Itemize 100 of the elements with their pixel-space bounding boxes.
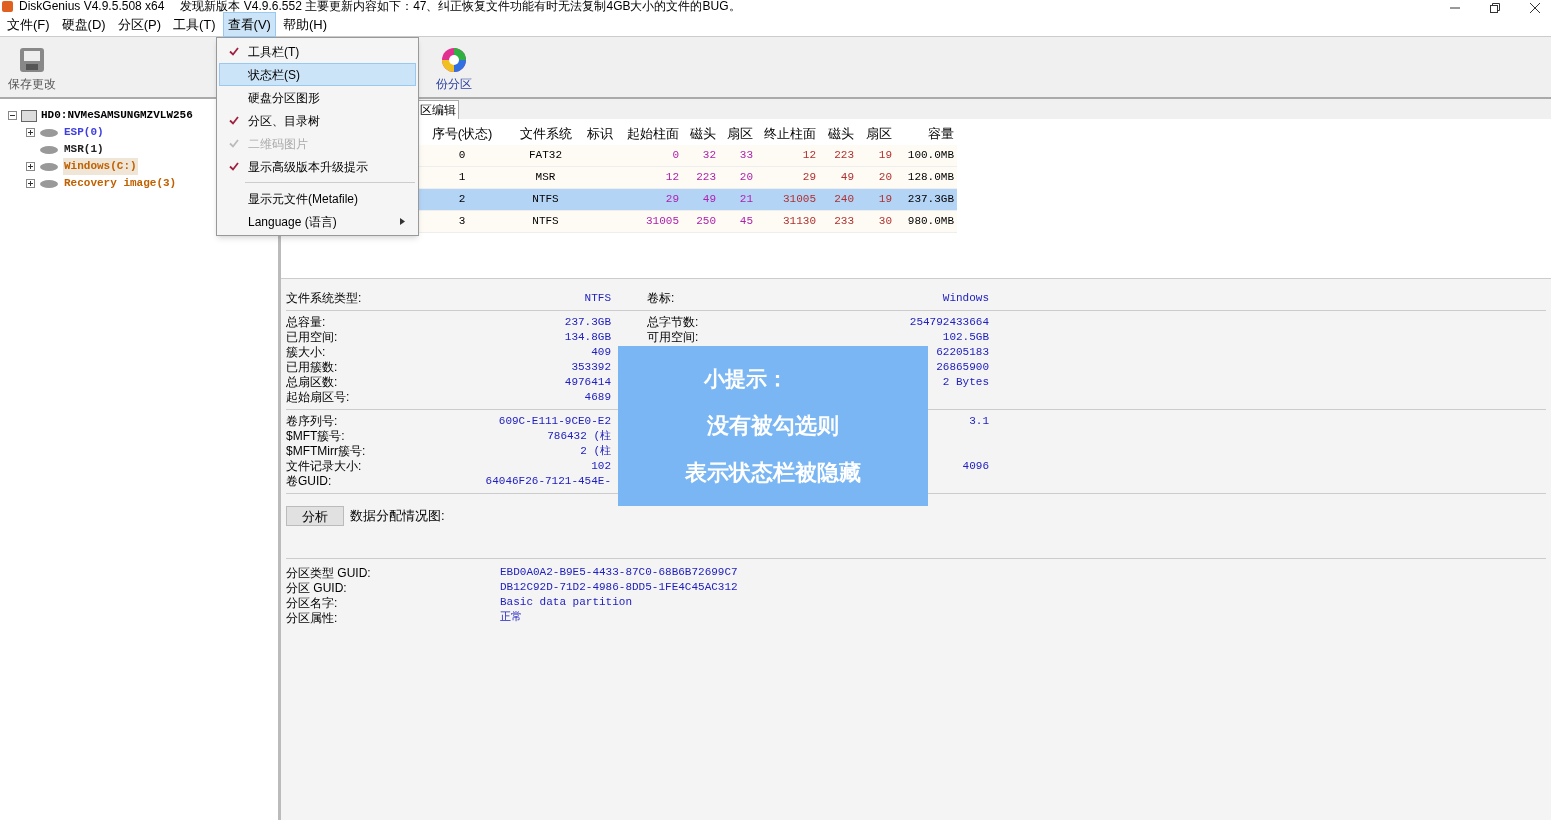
field-value: 786432 (柱: [547, 429, 611, 444]
app-logo-icon: [2, 1, 13, 12]
update-notice: 发现新版本 V4.9.6.552 主要更新内容如下：47、纠正恢复文件功能有时无法复制4GB大小的文件的BUG。: [180, 0, 741, 13]
table-cell: 20: [739, 171, 753, 184]
field-value: 102.5GB: [942, 330, 989, 345]
table-cell: 128.0MB: [907, 171, 954, 184]
table-cell: 12: [665, 171, 679, 184]
menu-item[interactable]: 文件(F): [2, 11, 55, 38]
column-header[interactable]: 磁头: [819, 124, 857, 144]
table-cell: 32: [702, 149, 716, 162]
drive-icon: [39, 161, 59, 172]
toolbar-button[interactable]: 保存更改: [8, 45, 56, 93]
table-cell: 0: [458, 149, 466, 162]
field-label: 可用空间:: [647, 330, 699, 345]
column-header[interactable]: 磁头: [682, 124, 719, 144]
table-cell: NTFS: [532, 193, 559, 206]
field-value: 4976414: [564, 375, 611, 390]
menu-item[interactable]: 帮助(H): [277, 11, 332, 38]
restore-icon[interactable]: [1489, 3, 1501, 13]
tip-title: 小提示：: [703, 366, 788, 393]
menu-item[interactable]: 分区(P): [112, 11, 166, 38]
field-value: EBD0A0A2-B9E5-4433-87C0-68B6B72699C7: [500, 565, 738, 581]
table-cell: 980.0MB: [907, 215, 954, 228]
column-header[interactable]: 序号(状态): [415, 124, 509, 144]
table-cell: 20: [878, 171, 892, 184]
field-value: 26865900: [936, 360, 989, 375]
field-label: 起始扇区号:: [286, 390, 350, 405]
menu-option[interactable]: 工具栏(T): [219, 40, 416, 63]
column-header[interactable]: 扇区: [857, 124, 895, 144]
table-cell: 31130: [783, 215, 816, 228]
field-label: 已用空间:: [286, 330, 338, 345]
field-value: DB12C92D-71D2-4986-8DD5-1FE4C45AC312: [500, 580, 738, 596]
collapse-icon[interactable]: [8, 111, 17, 120]
field-value: NTFS: [584, 291, 611, 306]
table-cell: 45: [739, 215, 753, 228]
table-cell: 223: [696, 171, 716, 184]
column-header[interactable]: 文件系统: [509, 124, 582, 144]
field-value: 4096: [962, 459, 989, 474]
field-value: Windows: [942, 291, 989, 306]
table-cell: 233: [834, 215, 854, 228]
field-label: 分区名字:: [286, 594, 339, 612]
menu-item[interactable]: 工具(T): [168, 11, 221, 38]
field-value: 62205183: [936, 345, 989, 360]
tab[interactable]: 区编辑: [417, 100, 459, 119]
table-cell: NTFS: [532, 215, 559, 228]
field-label: 分区类型 GUID:: [286, 564, 372, 582]
drive-icon: [39, 144, 59, 155]
toolbar-button[interactable]: 份分区: [436, 45, 472, 93]
column-header[interactable]: 容量: [895, 124, 957, 144]
expand-icon[interactable]: [26, 179, 35, 188]
menu-option[interactable]: 显示高级版本升级提示: [219, 155, 416, 178]
tree-item[interactable]: HD0:NVMeSAMSUNGMZVLW256: [41, 107, 193, 124]
table-cell: 240: [834, 193, 854, 206]
table-cell: 19: [878, 149, 892, 162]
field-value: 2 (柱: [580, 444, 611, 459]
table-cell: 29: [665, 193, 679, 206]
tree-item[interactable]: Windows(C:): [63, 158, 138, 175]
column-header[interactable]: 起始柱面: [617, 124, 682, 144]
table-cell: 49: [702, 193, 716, 206]
check-icon: [229, 139, 239, 148]
check-icon: [229, 162, 239, 171]
field-label: 卷GUID:: [286, 474, 332, 489]
window-title: DiskGenius V4.9.5.508 x64: [19, 0, 165, 13]
table-cell: 1: [458, 171, 466, 184]
analyze-button[interactable]: 分析: [286, 506, 344, 526]
table-cell: 250: [696, 215, 716, 228]
tip-text: 表示状态栏被隐藏: [685, 458, 861, 487]
column-header[interactable]: 终止柱面: [756, 124, 819, 144]
menu-option[interactable]: 硬盘分区图形: [219, 86, 416, 109]
menu-option[interactable]: 状态栏(S): [219, 63, 416, 86]
field-label: 文件记录大小:: [286, 459, 362, 474]
menu-item[interactable]: 查看(V): [222, 11, 276, 38]
field-label: 卷标:: [647, 291, 675, 306]
field-label: 分区 GUID:: [286, 579, 348, 597]
column-header[interactable]: 扇区: [719, 124, 756, 144]
field-value: 3.1: [969, 414, 989, 429]
menu-item[interactable]: 硬盘(D): [56, 11, 111, 38]
expand-icon[interactable]: [26, 128, 35, 137]
field-label: 已用簇数:: [286, 360, 338, 375]
tree-item[interactable]: Recovery image(3): [63, 175, 178, 192]
allocation-caption: 数据分配情况图:: [350, 507, 445, 526]
tree-item[interactable]: ESP(0): [63, 124, 105, 141]
field-label: 簇大小:: [286, 345, 326, 360]
tree-item[interactable]: MSR(1): [63, 141, 105, 158]
table-cell: 223: [834, 149, 854, 162]
field-label: 卷序列号:: [286, 414, 338, 429]
column-header[interactable]: 标识: [582, 124, 617, 144]
menu-option[interactable]: 显示元文件(Metafile): [219, 187, 416, 210]
table-cell: 237.3GB: [907, 193, 954, 206]
table-cell: 3: [458, 215, 466, 228]
field-value: 134.8GB: [564, 330, 611, 345]
menu-option[interactable]: 分区、目录树: [219, 109, 416, 132]
drive-icon: [39, 178, 59, 189]
close-icon[interactable]: [1529, 3, 1541, 13]
field-value: 409: [591, 345, 611, 360]
expand-icon[interactable]: [26, 162, 35, 171]
field-label: 文件系统类型:: [286, 291, 362, 306]
check-icon: [229, 47, 239, 56]
menu-option[interactable]: Language (语言): [219, 210, 416, 233]
field-value: 64046F26-7121-454E-: [485, 474, 611, 489]
